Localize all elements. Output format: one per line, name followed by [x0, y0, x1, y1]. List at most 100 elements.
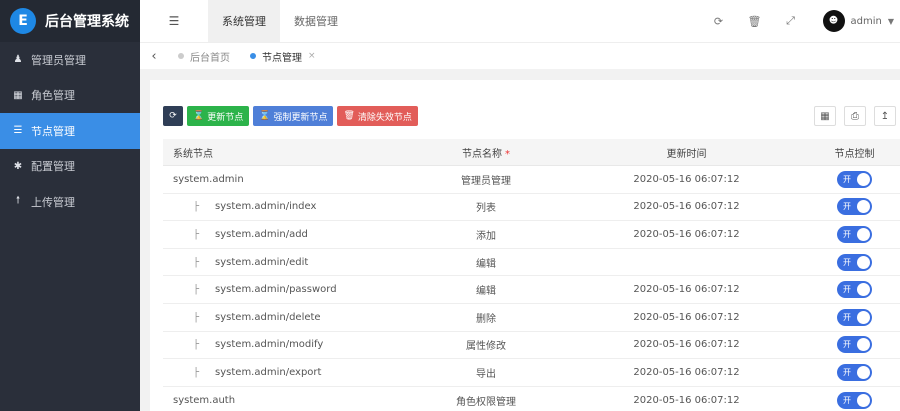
refresh-icon: ⟳ [169, 111, 177, 121]
sidebar-item-label: 节点管理 [31, 124, 75, 138]
table-row: ├ system.admin/edit 编辑 开 [163, 249, 900, 277]
sidebar-item-label: 角色管理 [31, 89, 75, 103]
tab-system-manage[interactable]: 系统管理 [208, 0, 280, 42]
node-toggle-switch[interactable]: 开 [837, 336, 872, 354]
node-toggle-switch[interactable]: 开 [837, 391, 872, 409]
main-panel: ⟳ ⌛ 更新节点 ⌛ 强制更新节点 🗑 清除失效节点 ▦ ⎙ ↥ 系统节点 节点… [150, 80, 900, 411]
switch-label: 开 [843, 285, 851, 295]
sidebar-item-config-manage[interactable]: ✱ 配置管理 [0, 149, 140, 185]
update-time-cell: 2020-05-16 06:07:12 [633, 366, 740, 378]
export-icon[interactable]: ↥ [874, 106, 896, 126]
page-tab-strip: ‹ 后台首页 节点管理 × [140, 42, 900, 69]
sidebar-item-admin-manage[interactable]: ♟ 管理员管理 [0, 42, 140, 78]
app-logo[interactable]: E 后台管理系统 [0, 0, 140, 42]
node-toggle-switch[interactable]: 开 [837, 281, 872, 299]
table-row: ├ system.admin/modify 属性修改 2020-05-16 06:07… [163, 332, 900, 360]
control-cell: 开 [809, 308, 900, 326]
trash-icon[interactable]: 🗑 [737, 15, 773, 28]
switch-knob [857, 255, 870, 269]
node-name-cell[interactable]: 角色权限管理 [408, 393, 564, 408]
switch-label: 开 [843, 257, 851, 267]
node-cell: ├ system.admin/modify [163, 339, 408, 350]
control-cell: 开 [809, 391, 900, 409]
node-name-cell[interactable]: 导出 [408, 365, 564, 380]
node-name-cell[interactable]: 编辑 [408, 282, 564, 297]
node-name-cell[interactable]: 管理员管理 [408, 172, 564, 187]
table-toolbar: ⟳ ⌛ 更新节点 ⌛ 强制更新节点 🗑 清除失效节点 [163, 106, 422, 126]
switch-knob [857, 338, 870, 352]
col-control: 节点控制 [834, 148, 875, 160]
node-toggle-switch[interactable]: 开 [837, 363, 872, 381]
update-time-cell: 2020-05-16 06:07:12 [633, 201, 740, 213]
switch-knob [857, 283, 870, 297]
node-path: system.admin/modify [215, 339, 324, 351]
clear-invalid-nodes-button[interactable]: 🗑 清除失效节点 [337, 106, 418, 126]
refresh-icon[interactable]: ⟳ [701, 15, 737, 28]
tree-branch-icon: ├ [193, 256, 200, 268]
update-time-cell: 2020-05-16 06:07:12 [633, 311, 740, 323]
node-toggle-switch[interactable]: 开 [837, 198, 872, 216]
page-tab-node-manage[interactable]: 节点管理 × [240, 49, 326, 64]
page-tab-label: 节点管理 [262, 52, 302, 64]
col-node: 系统节点 [173, 148, 213, 160]
sidebar-item-label: 管理员管理 [31, 53, 86, 67]
page-tab-label: 后台首页 [190, 52, 230, 64]
app-title: 后台管理系统 [45, 14, 129, 30]
required-mark: * [505, 148, 510, 160]
hourglass-icon: ⌛ [193, 111, 205, 121]
node-path: system.admin/edit [215, 256, 309, 268]
print-icon[interactable]: ⎙ [844, 106, 866, 126]
tree-branch-icon: ├ [193, 228, 200, 240]
upload-arrow-icon: 🠕 [15, 195, 21, 207]
table-row: system.auth 角色权限管理 2020-05-16 06:07:12 开 [163, 387, 900, 411]
refresh-button[interactable]: ⟳ [163, 106, 183, 126]
tree-branch-icon: ├ [193, 311, 200, 323]
chevron-down-icon[interactable]: ▼ [888, 17, 894, 26]
menu-toggle-icon[interactable]: ☰ [140, 14, 208, 28]
page-tab-home[interactable]: 后台首页 [168, 49, 240, 64]
col-name-label: 节点名称 [462, 148, 502, 160]
sidebar-item-role-manage[interactable]: ▦ 角色管理 [0, 78, 140, 114]
close-icon[interactable]: × [308, 51, 316, 61]
node-table: 系统节点 节点名称 * 更新时间 节点控制 system.admin 管理员管理 20… [163, 139, 900, 411]
node-toggle-switch[interactable]: 开 [837, 170, 872, 188]
update-time-cell: 2020-05-16 06:07:12 [633, 339, 740, 351]
update-nodes-button[interactable]: ⌛ 更新节点 [187, 106, 250, 126]
control-cell: 开 [809, 281, 900, 299]
username[interactable]: admin [851, 16, 882, 27]
avatar[interactable]: ☻ [822, 10, 845, 32]
node-toggle-switch[interactable]: 开 [837, 308, 872, 326]
node-cell: ├ system.admin/index [163, 201, 408, 212]
node-name-cell[interactable]: 添加 [408, 227, 564, 242]
button-label: 清除失效节点 [357, 112, 412, 123]
sidebar: E 后台管理系统 ♟ 管理员管理 ▦ 角色管理 ☰ 节点管理 ✱ 配置管理 🠕 … [0, 0, 140, 411]
node-toggle-switch[interactable]: 开 [837, 225, 872, 243]
node-path: system.admin/add [215, 228, 308, 240]
control-cell: 开 [809, 225, 900, 243]
chevron-left-icon[interactable]: ‹ [140, 49, 168, 64]
node-toggle-switch[interactable]: 开 [837, 253, 872, 271]
node-path: system.admin/index [215, 201, 317, 213]
control-cell: 开 [809, 198, 900, 216]
fullscreen-icon[interactable]: ⤢ [773, 14, 809, 28]
tab-data-manage[interactable]: 数据管理 [280, 0, 352, 42]
hourglass-icon: ⌛ [259, 111, 271, 121]
switch-knob [857, 172, 870, 186]
node-cell: ├ system.admin/password [163, 284, 408, 295]
switch-knob [857, 310, 870, 324]
table-row: ├ system.admin/export 导出 2020-05-16 06:07:1… [163, 359, 900, 387]
switch-knob [857, 393, 870, 407]
columns-icon[interactable]: ▦ [814, 106, 836, 126]
switch-label: 开 [843, 367, 851, 377]
node-cell: ├ system.admin/add [163, 229, 408, 240]
force-update-nodes-button[interactable]: ⌛ 强制更新节点 [253, 106, 334, 126]
control-cell: 开 [809, 170, 900, 188]
sidebar-item-upload-manage[interactable]: 🠕 上传管理 [0, 184, 140, 220]
header-tools: ⟳ 🗑 ⤢ ☻ admin ▼ [701, 0, 900, 42]
control-cell: 开 [809, 253, 900, 271]
node-name-cell[interactable]: 删除 [408, 310, 564, 325]
node-name-cell[interactable]: 属性修改 [408, 337, 564, 352]
sidebar-item-node-manage[interactable]: ☰ 节点管理 [0, 113, 140, 149]
node-name-cell[interactable]: 列表 [408, 199, 564, 214]
node-name-cell[interactable]: 编辑 [408, 255, 564, 270]
